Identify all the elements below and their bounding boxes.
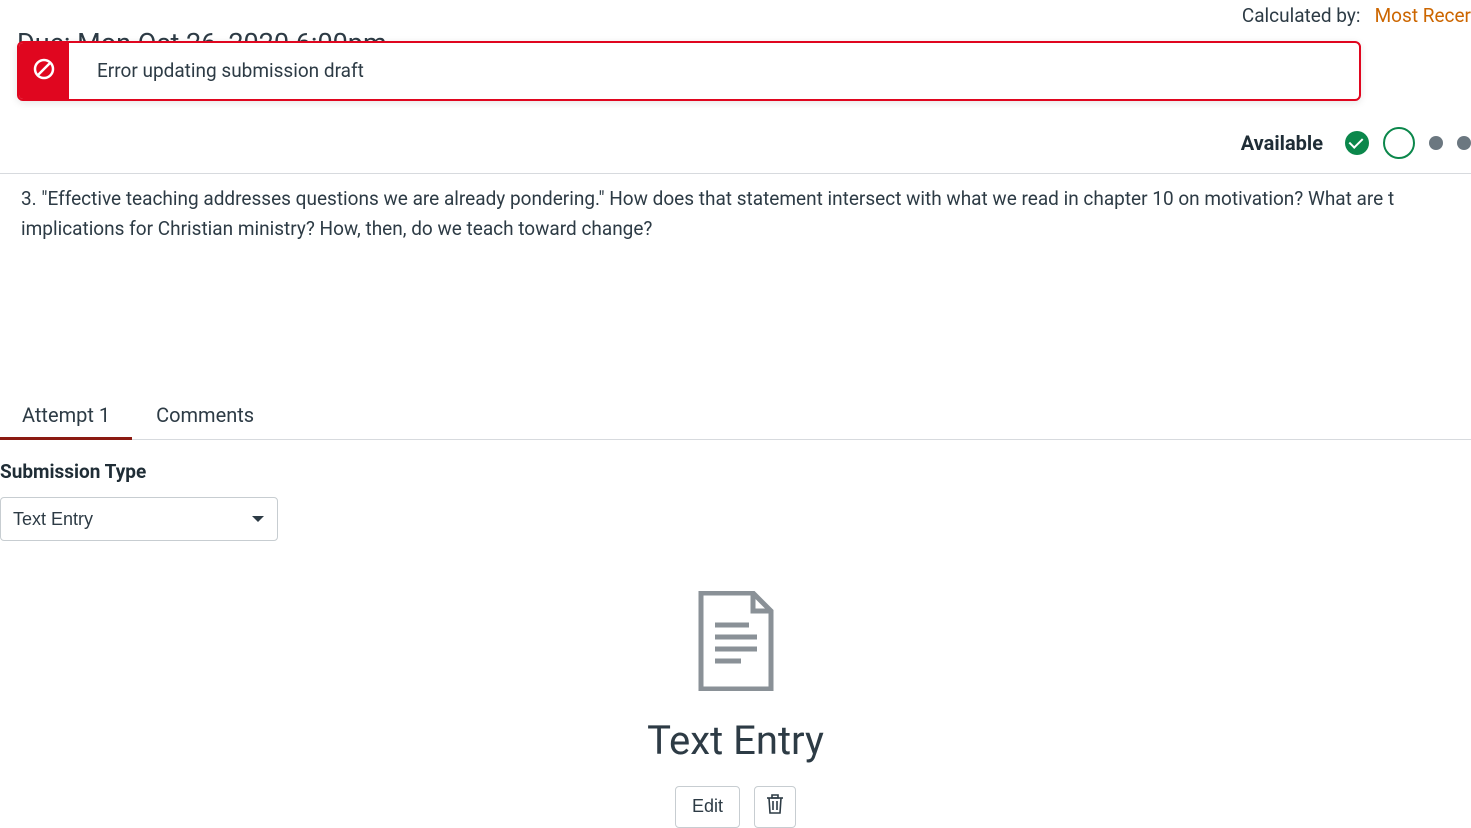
calculated-by-link[interactable]: Most Recer <box>1375 4 1471 27</box>
tab-attempt[interactable]: Attempt 1 <box>22 395 110 439</box>
status-ring-icon <box>1383 127 1415 159</box>
edit-button[interactable]: Edit <box>675 786 740 828</box>
status-dot-icon <box>1457 136 1471 150</box>
submission-type-select[interactable]: Text Entry <box>0 497 278 541</box>
submission-type-label: Submission Type <box>0 460 1471 483</box>
text-entry-preview: Text Entry Edit <box>0 591 1471 828</box>
error-alert: Error updating submission draft <box>17 41 1361 101</box>
tabs: Attempt 1 Comments <box>0 395 1471 440</box>
error-icon-box <box>19 43 69 99</box>
no-symbol-icon <box>32 57 56 85</box>
status-dot-icon <box>1429 136 1443 150</box>
document-icon <box>695 591 777 695</box>
text-entry-actions: Edit <box>675 786 796 828</box>
question-text: 3. "Effective teaching addresses questio… <box>0 174 1471 245</box>
status-check-icon <box>1345 131 1369 155</box>
trash-icon <box>765 793 785 820</box>
status-label: Available <box>1241 131 1323 155</box>
delete-button[interactable] <box>754 786 796 828</box>
text-entry-title: Text Entry <box>647 717 824 764</box>
error-message: Error updating submission draft <box>69 43 1359 99</box>
tab-comments[interactable]: Comments <box>156 395 254 439</box>
calculated-by-label: Calculated by: <box>1242 4 1361 27</box>
